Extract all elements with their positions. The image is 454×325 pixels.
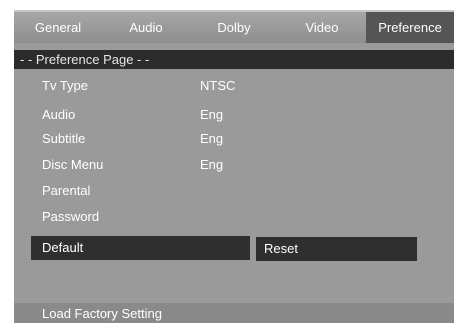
setting-label: Default [42,240,84,255]
status-bar: Load Factory Setting [14,303,454,323]
tab-bar: General Audio Dolby Video Preference [14,10,454,43]
setting-label: Parental [42,183,91,198]
setting-row-tv-type[interactable]: Tv Type NTSC [14,75,454,97]
setting-value: Eng [200,157,224,172]
setting-value: Eng [200,131,224,146]
setting-row-parental[interactable]: Parental [14,180,454,202]
setting-label: Password [42,209,100,224]
setting-row-audio[interactable]: Audio Eng [14,104,454,126]
setting-label: Tv Type [42,78,89,93]
reset-option[interactable]: Reset [256,237,417,261]
setting-label: Subtitle [42,131,86,146]
setting-row-password[interactable]: Password [14,206,454,228]
setting-label: Disc Menu [42,157,104,172]
setting-label: Audio [42,107,76,122]
page-title: - - Preference Page - - [14,50,454,69]
tab-dolby[interactable]: Dolby [190,12,278,43]
tab-video[interactable]: Video [278,12,366,43]
setting-value: NTSC [200,78,236,93]
setting-row-disc-menu[interactable]: Disc Menu Eng [14,154,454,176]
setting-value: Eng [200,107,224,122]
setup-menu-screen: General Audio Dolby Video Preference - -… [14,10,454,323]
tab-preference[interactable]: Preference [366,12,454,43]
tab-general[interactable]: General [14,12,102,43]
setting-row-subtitle[interactable]: Subtitle Eng [14,128,454,150]
tab-audio[interactable]: Audio [102,12,190,43]
